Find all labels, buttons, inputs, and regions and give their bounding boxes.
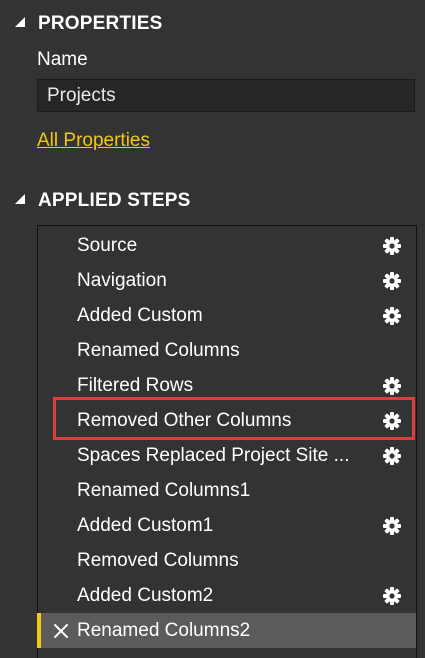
collapse-triangle-icon[interactable] <box>14 192 26 210</box>
applied-step-label: Added Custom <box>77 304 203 326</box>
applied-step-row[interactable]: Navigation <box>38 263 416 298</box>
properties-title: PROPERTIES <box>38 13 163 34</box>
applied-step-label: Renamed Columns1 <box>77 479 251 501</box>
applied-step-row[interactable]: Spaces Replaced Project Site ... <box>38 438 416 473</box>
applied-step-label: Added Custom2 <box>77 584 214 606</box>
applied-step-label: Removed Columns <box>77 549 239 571</box>
applied-step-label: Removed Other Columns <box>77 409 292 431</box>
applied-step-row[interactable]: Added Custom2 <box>38 578 416 613</box>
gear-icon[interactable] <box>382 516 402 536</box>
applied-steps-title: APPLIED STEPS <box>38 190 191 211</box>
applied-step-label: Filtered Rows <box>77 374 194 396</box>
applied-steps-section-header[interactable]: APPLIED STEPS <box>14 188 191 214</box>
collapse-triangle-icon[interactable] <box>14 15 26 33</box>
gear-icon[interactable] <box>382 271 402 291</box>
gear-icon[interactable] <box>382 376 402 396</box>
applied-step-label: Spaces Replaced Project Site ... <box>77 444 350 466</box>
applied-steps-list[interactable]: Source Navigation Added Custom Renamed Colu… <box>37 225 417 658</box>
all-properties-link[interactable]: All Properties <box>37 130 150 152</box>
name-label: Name <box>37 49 88 70</box>
applied-step-row[interactable]: Added Custom <box>38 298 416 333</box>
applied-step-label: Renamed Columns <box>77 339 240 361</box>
applied-step-label: Added Custom1 <box>77 514 214 536</box>
close-icon[interactable] <box>53 623 69 639</box>
gear-icon[interactable] <box>382 586 402 606</box>
applied-step-row[interactable]: Removed Columns <box>38 543 416 578</box>
gear-icon[interactable] <box>382 236 402 256</box>
applied-step-row[interactable]: Source <box>38 228 416 263</box>
applied-step-row[interactable]: Renamed Columns1 <box>38 473 416 508</box>
name-input[interactable] <box>37 79 415 112</box>
gear-icon[interactable] <box>382 446 402 466</box>
applied-step-label: Source <box>77 234 138 256</box>
applied-step-row[interactable]: Added Custom1 <box>38 508 416 543</box>
applied-step-row[interactable]: Renamed Columns2 <box>38 613 416 648</box>
applied-step-row[interactable]: Renamed Columns <box>38 333 416 368</box>
properties-section-header[interactable]: PROPERTIES <box>14 11 162 37</box>
gear-icon[interactable] <box>382 411 402 431</box>
gear-icon[interactable] <box>382 306 402 326</box>
applied-step-label: Navigation <box>77 269 167 291</box>
applied-step-row[interactable]: Filtered Rows <box>38 368 416 403</box>
selected-step-marker <box>37 613 41 648</box>
applied-step-row[interactable]: Removed Other Columns <box>38 403 416 438</box>
applied-step-label: Renamed Columns2 <box>77 619 251 641</box>
query-settings-pane: PROPERTIES Name All Properties APPLIED S… <box>0 0 425 658</box>
